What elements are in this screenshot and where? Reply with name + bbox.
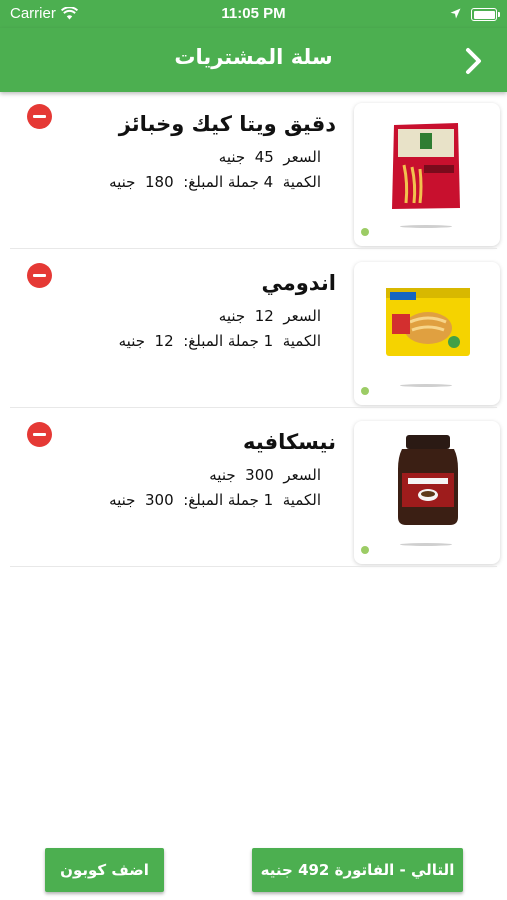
shadow-line <box>400 225 452 228</box>
total-value: 300 <box>145 491 174 509</box>
price-value: 45 <box>254 148 274 166</box>
quantity-line: الكمية 1 جملة المبلغ: 300 جنيه <box>109 491 321 509</box>
product-image <box>354 262 500 405</box>
location-arrow-icon <box>450 6 461 23</box>
status-bar: Carrier 11:05 PM <box>0 0 507 28</box>
row-divider <box>10 407 497 408</box>
currency: جنيه <box>218 148 246 166</box>
quantity-value: 1 <box>263 491 274 509</box>
total-value: 12 <box>154 332 174 350</box>
currency: جنيه <box>209 466 236 484</box>
row-divider <box>10 566 497 567</box>
remove-icon[interactable] <box>27 104 52 129</box>
nav-bar: سلة المشتريات <box>0 28 507 92</box>
price-line: السعر 45 جنيه <box>219 148 321 166</box>
page-title: سلة المشتريات <box>174 45 333 69</box>
quantity-value: 1 <box>263 332 274 350</box>
leaf-icon <box>361 387 369 395</box>
remove-icon[interactable] <box>27 263 52 288</box>
currency: جنيه <box>118 332 145 350</box>
currency: جنيه <box>109 491 136 509</box>
price-line: السعر 12 جنيه <box>219 307 321 325</box>
cart-item: دقيق ويتا كيك وخبائز السعر 45 جنيه الكمي… <box>0 92 507 251</box>
cart-item: نيسكافيه السعر 300 جنيه الكمية 1 جملة ال… <box>0 410 507 569</box>
price-value: 12 <box>254 307 274 325</box>
add-coupon-button[interactable]: اضف كوبون <box>45 848 164 892</box>
status-time: 11:05 PM <box>221 5 286 22</box>
total-label: جملة المبلغ: <box>183 173 259 191</box>
next-invoice-button[interactable]: التالي - الفاتورة 492 جنيه <box>252 848 463 892</box>
price-line: السعر 300 جنيه <box>209 466 321 484</box>
quantity-value: 4 <box>263 173 274 191</box>
price-label: السعر <box>283 307 321 325</box>
cart-list: دقيق ويتا كيك وخبائز السعر 45 جنيه الكمي… <box>0 92 507 569</box>
quantity-line: الكمية 1 جملة المبلغ: 12 جنيه <box>119 332 321 350</box>
cart-item: اندومي السعر 12 جنيه الكمية 1 جملة المبل… <box>0 251 507 410</box>
quantity-label: الكمية <box>282 173 321 191</box>
total-value: 180 <box>145 173 174 191</box>
currency: جنيه <box>109 173 136 191</box>
remove-icon[interactable] <box>27 422 52 447</box>
total-label: جملة المبلغ: <box>183 332 259 350</box>
leaf-icon <box>361 228 369 236</box>
shadow-line <box>400 543 452 546</box>
row-divider <box>10 248 497 249</box>
product-name: نيسكافيه <box>243 430 336 454</box>
total-label: جملة المبلغ: <box>183 491 259 509</box>
quantity-label: الكمية <box>282 332 321 350</box>
chevron-right-icon[interactable] <box>463 47 485 75</box>
product-image <box>354 421 500 564</box>
quantity-line: الكمية 4 جملة المبلغ: 180 جنيه <box>109 173 321 191</box>
product-name: اندومي <box>261 271 336 295</box>
battery-icon <box>471 8 500 21</box>
shadow-line <box>400 384 452 387</box>
price-label: السعر <box>283 148 321 166</box>
price-label: السعر <box>283 466 321 484</box>
price-value: 300 <box>245 466 274 484</box>
leaf-icon <box>361 546 369 554</box>
product-image <box>354 103 500 246</box>
product-name: دقيق ويتا كيك وخبائز <box>118 112 336 136</box>
quantity-label: الكمية <box>282 491 321 509</box>
currency: جنيه <box>218 307 246 325</box>
